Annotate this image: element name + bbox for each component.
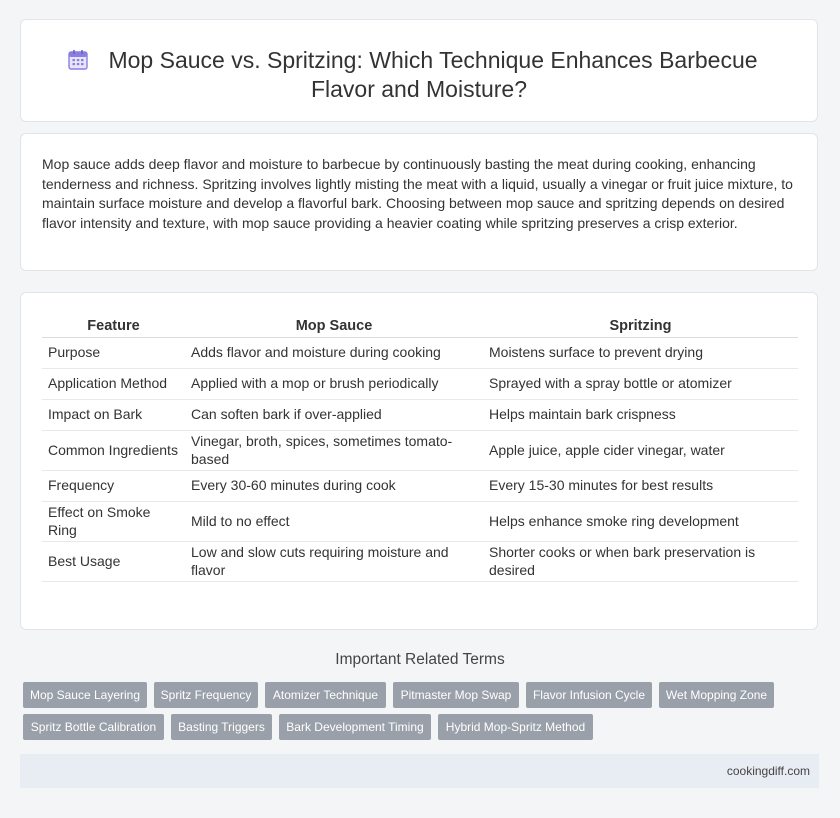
table-row: Effect on Smoke Ring Mild to no effect H…	[42, 501, 798, 542]
row-spritzing: Helps maintain bark crispness	[483, 399, 798, 431]
tag-bark-development-timing[interactable]: Bark Development Timing	[279, 714, 431, 740]
tag-basting-triggers[interactable]: Basting Triggers	[171, 714, 272, 740]
table-row: Application Method Applied with a mop or…	[42, 368, 798, 400]
row-spritzing: Shorter cooks or when bark preservation …	[483, 541, 798, 582]
tag-hybrid-mop-spritz-method[interactable]: Hybrid Mop-Spritz Method	[438, 714, 593, 740]
tag-mop-sauce-layering[interactable]: Mop Sauce Layering	[23, 682, 147, 708]
header-mop-sauce: Mop Sauce	[185, 316, 483, 338]
row-feature: Best Usage	[42, 541, 185, 582]
table-row: Impact on Bark Can soften bark if over-a…	[42, 399, 798, 431]
header-spritzing: Spritzing	[483, 316, 798, 338]
row-feature: Impact on Bark	[42, 399, 185, 431]
intro-card: Mop sauce adds deep flavor and moisture …	[20, 133, 818, 271]
row-spritzing: Moistens surface to prevent drying	[483, 337, 798, 369]
tag-pitmaster-mop-swap[interactable]: Pitmaster Mop Swap	[393, 682, 519, 708]
page-title-line1: Mop Sauce vs. Spritzing: Which Technique…	[108, 47, 758, 73]
comparison-table: Feature Mop Sauce Spritzing Purpose Adds…	[42, 316, 798, 582]
page-title: Mop Sauce vs. Spritzing: Which Technique…	[21, 46, 817, 104]
tag-spritz-bottle-calibration[interactable]: Spritz Bottle Calibration	[23, 714, 164, 740]
comparison-card: Feature Mop Sauce Spritzing Purpose Adds…	[20, 292, 818, 630]
row-feature: Frequency	[42, 470, 185, 502]
row-feature: Purpose	[42, 337, 185, 369]
row-spritzing: Sprayed with a spray bottle or atomizer	[483, 368, 798, 400]
footer-site-link[interactable]: cookingdiff.com	[727, 764, 810, 778]
table-row: Common Ingredients Vinegar, broth, spice…	[42, 430, 798, 471]
header-feature: Feature	[42, 316, 185, 338]
intro-paragraph: Mop sauce adds deep flavor and moisture …	[42, 156, 793, 231]
row-mop-sauce: Adds flavor and moisture during cooking	[185, 337, 483, 369]
tag-spritz-frequency[interactable]: Spritz Frequency	[154, 682, 258, 708]
page-title-line2: Flavor and Moisture?	[310, 76, 528, 102]
tag-flavor-infusion-cycle[interactable]: Flavor Infusion Cycle	[526, 682, 652, 708]
row-feature: Application Method	[42, 368, 185, 400]
row-mop-sauce: Applied with a mop or brush periodically	[185, 368, 483, 400]
table-header-row: Feature Mop Sauce Spritzing	[42, 316, 798, 338]
row-feature: Effect on Smoke Ring	[42, 501, 185, 542]
row-spritzing: Helps enhance smoke ring development	[483, 501, 798, 542]
footer: cookingdiff.com	[20, 754, 819, 788]
tag-atomizer-technique[interactable]: Atomizer Technique	[265, 682, 386, 708]
related-terms-heading: Important Related Terms	[335, 651, 505, 668]
tag-wet-mopping-zone[interactable]: Wet Mopping Zone	[659, 682, 774, 708]
row-mop-sauce: Every 30-60 minutes during cook	[185, 470, 483, 502]
title-card: Mop Sauce vs. Spritzing: Which Technique…	[20, 19, 818, 122]
row-feature: Common Ingredients	[42, 430, 185, 471]
row-spritzing: Every 15-30 minutes for best results	[483, 470, 798, 502]
row-mop-sauce: Vinegar, broth, spices, sometimes tomato…	[185, 430, 483, 471]
row-mop-sauce: Low and slow cuts requiring moisture and…	[185, 541, 483, 582]
row-mop-sauce: Mild to no effect	[185, 501, 483, 542]
row-spritzing: Apple juice, apple cider vinegar, water	[483, 430, 798, 471]
table-row: Frequency Every 30-60 minutes during coo…	[42, 470, 798, 502]
table-row: Best Usage Low and slow cuts requiring m…	[42, 541, 798, 582]
row-mop-sauce: Can soften bark if over-applied	[185, 399, 483, 431]
table-row: Purpose Adds flavor and moisture during …	[42, 337, 798, 369]
